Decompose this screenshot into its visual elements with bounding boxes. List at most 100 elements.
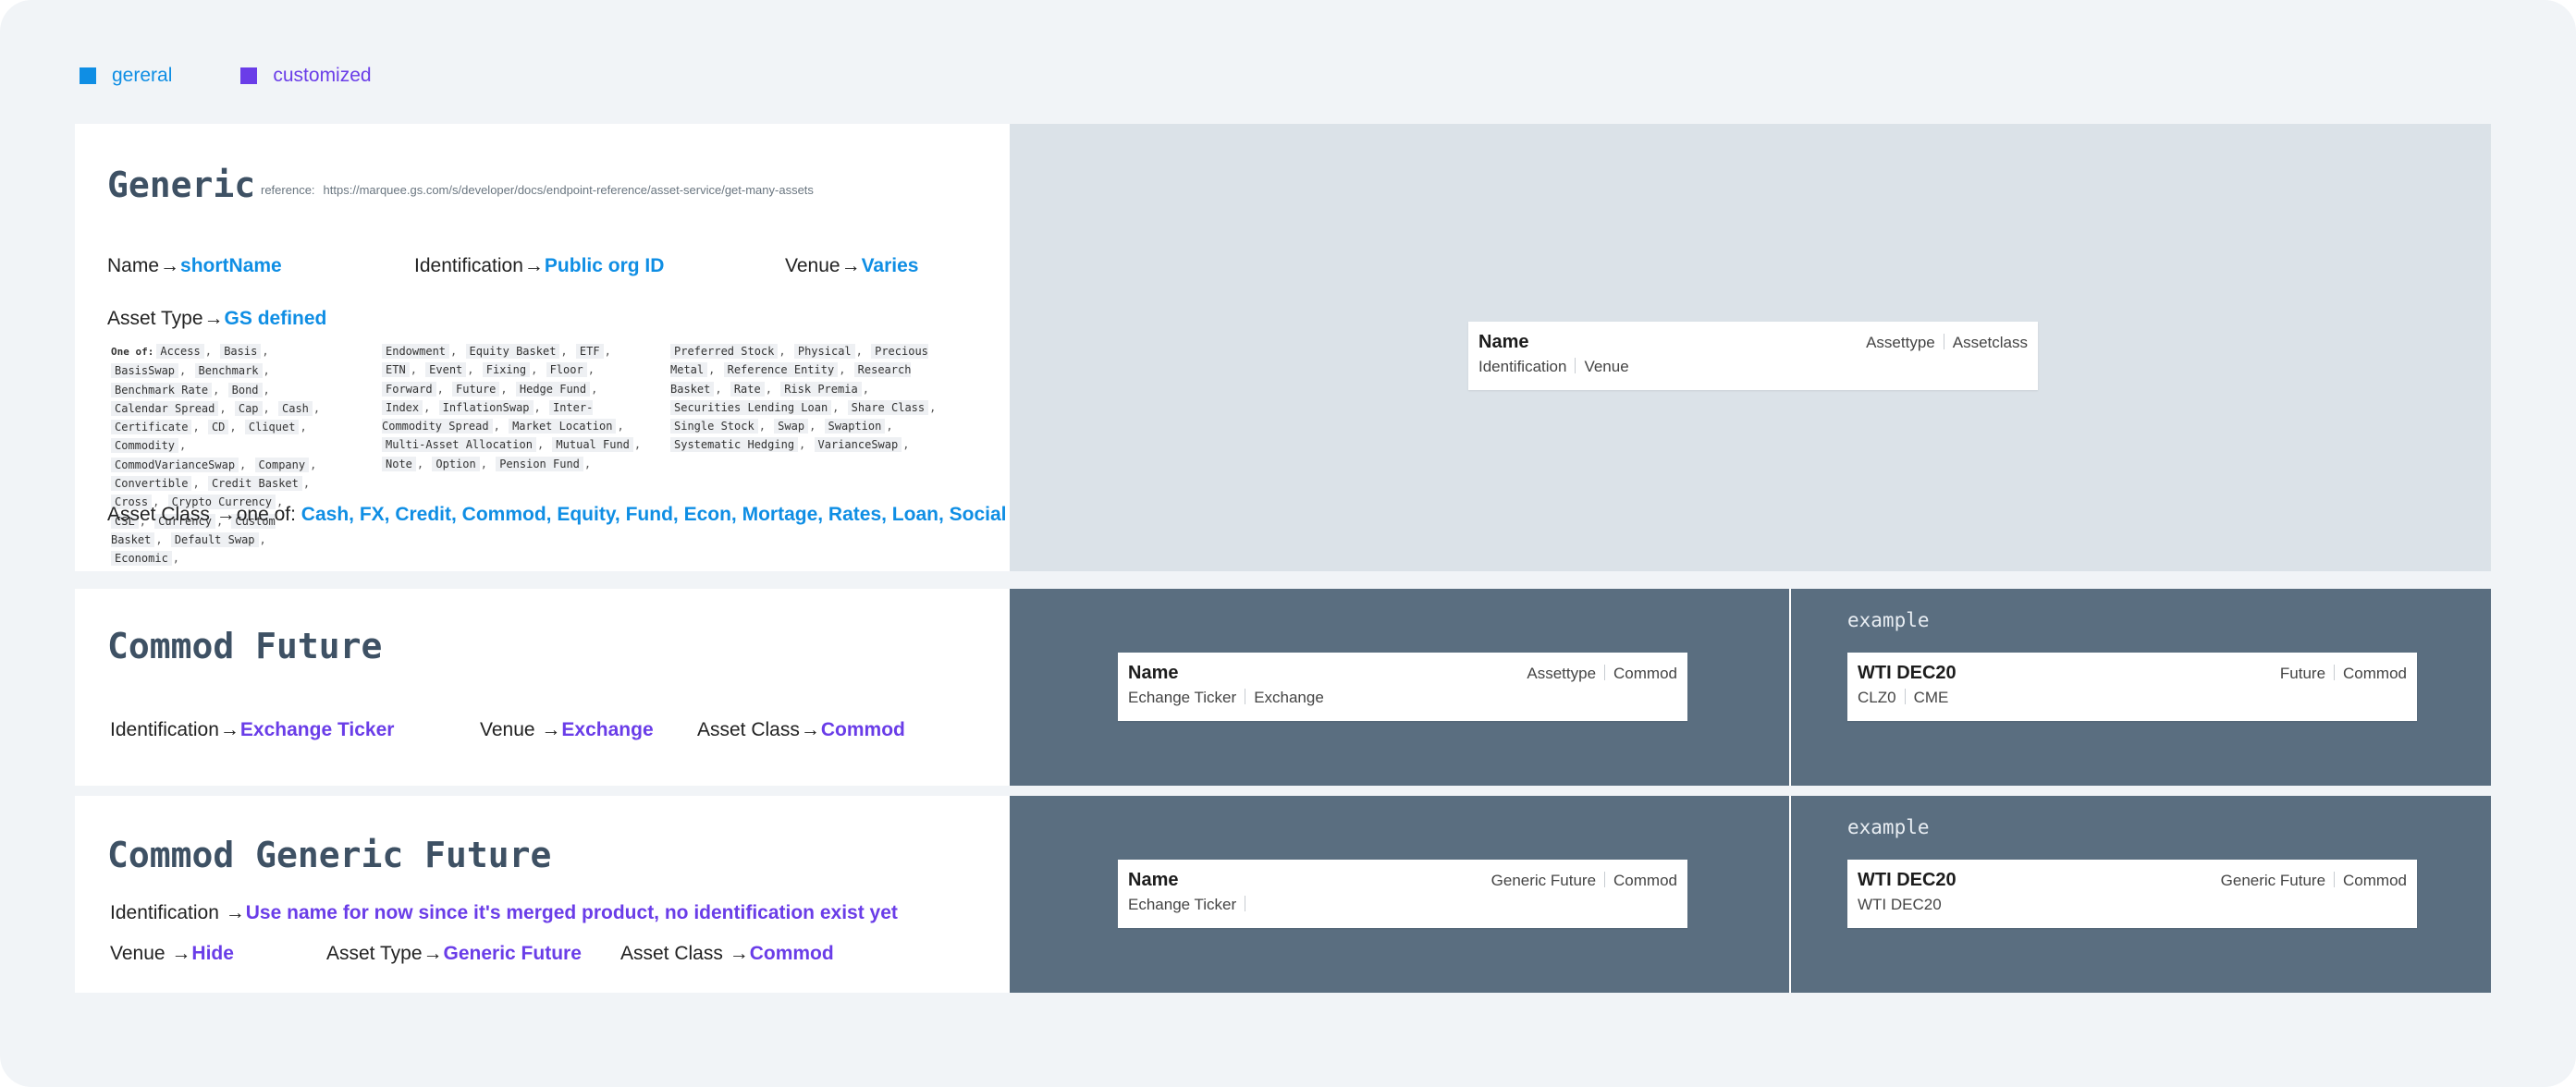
card-tag-assetclass: Assetclass: [1952, 334, 2028, 351]
generic-asset-class-field: Asset Class →one of: Cash, FX, Credit, C…: [107, 504, 1007, 526]
chip-separator: ,: [172, 552, 180, 566]
chip-separator: ,: [862, 382, 869, 396]
chip-separator: ,: [155, 532, 163, 546]
asset-type-chip: Floor: [546, 362, 587, 378]
generic-identification-field: Identification→Public org ID: [414, 255, 664, 277]
chip-separator: ,: [591, 382, 598, 396]
asset-type-chip: Pension Fund: [496, 456, 583, 471]
asset-type-chip: Systematic Hedging: [670, 437, 799, 453]
chip-separator: ,: [534, 400, 541, 414]
commod-generic-future-description-panel: Commod Generic Future Identification →Us…: [75, 796, 1010, 993]
generic-asset-type-field: Asset Type→GS defined: [107, 308, 326, 330]
card-sub-identification: Echange Ticker: [1128, 896, 1237, 913]
card-sub-identification: Identification: [1478, 358, 1567, 375]
legend-item-general: gereral: [80, 65, 172, 87]
card-name: Name: [1128, 870, 1179, 890]
arrow-icon: →: [171, 943, 191, 964]
card-tag-assetclass: Commod: [2343, 665, 2407, 682]
chip-separator: ,: [886, 420, 893, 434]
asset-type-chip: Rate: [730, 381, 765, 397]
asset-type-chip: Economic: [111, 551, 172, 567]
commod-future-identification-field: Identification→Exchange Ticker: [110, 719, 394, 741]
one-of-label: One of:: [111, 346, 154, 358]
arrow-icon: →: [523, 255, 544, 276]
arrow-icon: →: [203, 308, 224, 329]
chip-separator: ,: [263, 364, 270, 378]
card-tags: Generic Future Commod: [1491, 872, 1677, 890]
card-tags: Future Commod: [2280, 665, 2407, 683]
asset-type-chip: Benchmark: [194, 363, 263, 379]
asset-type-chip: Default Swap: [170, 531, 259, 547]
chip-separator: ,: [467, 363, 474, 377]
commod-generic-future-template-card[interactable]: Name Generic Future Commod Echange Ticker: [1118, 860, 1687, 928]
asset-type-chip: Fixing: [482, 362, 531, 378]
asset-type-chip: Basis: [220, 344, 262, 359]
reference-link[interactable]: https://marquee.gs.com/s/developer/docs/…: [324, 183, 814, 197]
arrow-icon: →: [423, 943, 443, 964]
card-sub-identification: CLZ0: [1858, 689, 1896, 706]
asset-class-label: Asset Class: [697, 719, 800, 740]
divider: [1575, 358, 1576, 373]
generic-asset-card[interactable]: Name Assettype Assetclass Identification V…: [1468, 322, 2038, 390]
card-name: WTI DEC20: [1858, 870, 1957, 890]
card-tags: Assettype Commod: [1527, 665, 1677, 683]
chip-separator: ,: [192, 477, 200, 491]
chip-separator: ,: [204, 345, 212, 358]
asset-class-prefix: one of:: [236, 504, 296, 525]
commod-future-asset-class-field: Asset Class→Commod: [697, 719, 905, 741]
chip-separator: ,: [493, 420, 500, 434]
chip-separator: ,: [500, 382, 508, 396]
asset-type-chip: InflationSwap: [438, 399, 534, 415]
chip-separator: ,: [929, 400, 937, 414]
customized-swatch-icon: [240, 67, 258, 84]
asset-type-chip: BasisSwap: [111, 363, 179, 379]
chip-separator: ,: [302, 477, 311, 491]
asset-type-chip: Event: [425, 362, 467, 378]
chip-separator: ,: [229, 421, 237, 434]
legend: gereral customized: [80, 65, 440, 87]
generic-venue-field: Venue→Varies: [785, 255, 918, 277]
example-label: example: [1847, 609, 1930, 631]
card-name: WTI DEC20: [1858, 663, 1957, 683]
chip-separator: ,: [604, 345, 611, 358]
commod-future-template-card[interactable]: Name Assettype Commod Echange Ticker Excha…: [1118, 653, 1687, 721]
asset-type-chip: Commodity: [111, 438, 179, 454]
asset-class-value: Commod: [749, 943, 834, 964]
chip-separator: ,: [715, 382, 722, 396]
name-label: Name: [107, 255, 160, 276]
identification-value: Use name for now since it's merged produ…: [245, 902, 898, 923]
chip-separator: ,: [310, 458, 317, 471]
divider: [2334, 872, 2336, 887]
chip-separator: ,: [179, 439, 187, 453]
divider: [1604, 665, 1606, 680]
card-tag-assetclass: Commod: [1613, 872, 1677, 889]
chip-separator: ,: [263, 401, 270, 415]
commod-generic-future-preview-panel: Name Generic Future Commod Echange Ticker…: [1010, 796, 2491, 993]
generic-name-field: Name→shortName: [107, 255, 282, 277]
panel-divider: [1789, 796, 1791, 993]
chip-separator: ,: [708, 363, 716, 377]
chip-separator: ,: [902, 438, 910, 452]
asset-type-value: GS defined: [224, 308, 327, 329]
chip-separator: ,: [779, 345, 786, 358]
reference: reference: https://marquee.gs.com/s/devel…: [261, 183, 814, 197]
chip-separator: ,: [436, 382, 444, 396]
chip-separator: ,: [583, 457, 592, 470]
generic-preview-panel: Name Assettype Assetclass Identification V…: [1010, 124, 2491, 571]
asset-type-chip: Swaption: [824, 419, 886, 434]
card-tag-assettype: Assettype: [1866, 334, 1935, 351]
chip-separator: ,: [587, 363, 595, 377]
commod-future-example-card[interactable]: WTI DEC20 Future Commod CLZ0 CME: [1847, 653, 2417, 721]
commod-generic-future-venue-field: Venue →Hide: [110, 943, 234, 965]
asset-type-chip: Securities Lending Loan: [670, 399, 832, 415]
chip-separator: ,: [765, 382, 772, 396]
commod-generic-future-example-card[interactable]: WTI DEC20 Generic Future Commod WTI DEC20: [1847, 860, 2417, 928]
chip-separator: ,: [536, 438, 545, 452]
asset-type-chip: Calendar Spread: [111, 400, 219, 416]
asset-type-list-col-1: One of: Access, Basis, BasisSwap, Benchma…: [111, 342, 328, 568]
identification-label: Identification: [110, 902, 219, 923]
asset-type-chip: ETF: [575, 344, 604, 359]
asset-type-chip: Share Class: [847, 399, 929, 415]
example-label: example: [1847, 816, 1930, 838]
chip-separator: ,: [839, 363, 846, 377]
